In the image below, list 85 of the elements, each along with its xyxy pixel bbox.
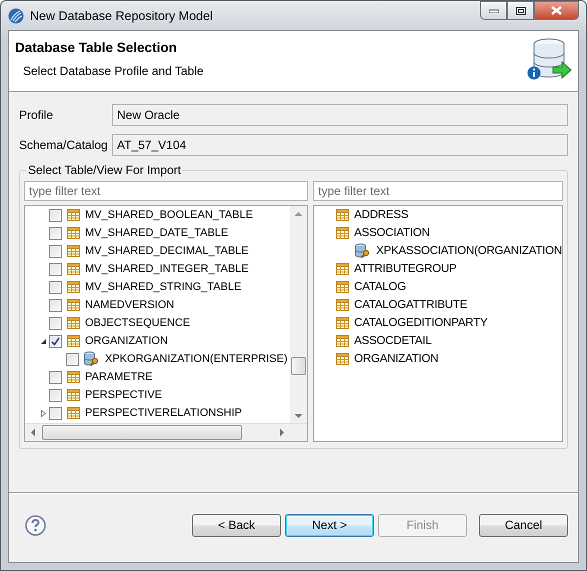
table-icon [67, 209, 80, 221]
checkbox[interactable] [49, 370, 62, 384]
tree-item-label[interactable]: PERSPECTIVE [85, 389, 162, 401]
minimize-icon [488, 8, 498, 12]
filter-field[interactable]: type filter text [313, 181, 563, 201]
horizontal-scrollbar[interactable] [25, 423, 308, 441]
scroll-up-icon[interactable] [294, 211, 304, 217]
table-icon [67, 335, 80, 347]
tree-item-label[interactable]: XPKASSOCIATION(ORGANIZATION [376, 245, 562, 257]
dialog-button[interactable]: < Back [192, 514, 281, 536]
checkbox[interactable] [49, 298, 62, 312]
checkbox[interactable] [49, 406, 62, 420]
readonly-field[interactable]: AT_57_V104 [112, 134, 568, 156]
tree-item-label[interactable]: ATTRIBUTEGROUP [354, 263, 457, 275]
app-icon [8, 8, 24, 24]
scroll-thumb[interactable] [42, 425, 242, 440]
scroll-right-icon[interactable] [279, 428, 286, 437]
window-title: New Database Repository Model [30, 8, 214, 22]
expand-icon[interactable] [40, 410, 46, 416]
tree-item-label[interactable]: ORGANIZATION [354, 353, 438, 365]
close-button[interactable] [534, 1, 579, 20]
checkbox[interactable] [66, 352, 79, 366]
table-icon [67, 371, 80, 383]
tree-item-label[interactable]: CATALOGATTRIBUTE [354, 299, 468, 311]
checkbox[interactable] [49, 244, 62, 258]
checkbox[interactable] [49, 280, 62, 294]
dialog-button[interactable]: Cancel [479, 514, 568, 536]
close-icon [551, 6, 562, 15]
help-icon[interactable] [25, 514, 46, 536]
table-icon [336, 299, 350, 311]
maximize-icon [516, 6, 526, 14]
tree-item-label[interactable]: ASSOCIATION [354, 227, 430, 239]
table-icon [336, 263, 350, 275]
field-label: Schema/Catalog [19, 138, 109, 152]
tree-item-label[interactable]: MV_SHARED_INTEGER_TABLE [85, 263, 249, 275]
page-subtitle: Select Database Profile and Table [23, 64, 204, 78]
page-title: Database Table Selection [15, 40, 177, 55]
collapse-icon[interactable] [40, 338, 46, 344]
table-icon [67, 299, 80, 311]
checkbox[interactable] [49, 262, 62, 276]
tree-item-label[interactable]: ADDRESS [354, 209, 408, 221]
maximize-button[interactable] [507, 1, 534, 20]
tree-item-label[interactable]: NAMEDVERSION [85, 299, 174, 311]
checkbox[interactable] [49, 208, 62, 222]
field-label: Profile [19, 108, 54, 122]
group-title: Select Table/View For Import [26, 163, 183, 177]
table-icon [336, 227, 350, 239]
minimize-button[interactable] [480, 1, 507, 20]
tree-item-label[interactable]: MV_SHARED_BOOLEAN_TABLE [85, 209, 253, 221]
scroll-down-icon[interactable] [294, 413, 304, 419]
table-icon [336, 209, 350, 221]
filter-field[interactable]: type filter text [24, 181, 308, 201]
tree-item-label[interactable]: MV_SHARED_DATE_TABLE [85, 227, 228, 239]
tree-item-label[interactable]: XPKORGANIZATION(ENTERPRISE) [105, 353, 288, 365]
table-icon [67, 227, 80, 239]
tree-item-label[interactable]: CATALOGEDITIONPARTY [354, 317, 488, 329]
tree-item-label[interactable]: PERSPECTIVERELATIONSHIP [85, 407, 242, 419]
dialog-button[interactable]: Next > [285, 514, 374, 536]
tree-item-label[interactable]: CATALOG [354, 281, 406, 293]
table-icon [336, 317, 350, 329]
tree-item-label[interactable]: MV_SHARED_STRING_TABLE [85, 281, 242, 293]
tree-item-label[interactable]: OBJECTSEQUENCE [85, 317, 190, 329]
scroll-thumb[interactable] [291, 357, 306, 375]
table-icon [67, 245, 80, 257]
table-icon [67, 317, 80, 329]
database-key-icon [84, 351, 100, 367]
tree-item-label[interactable]: ASSOCDETAIL [354, 335, 432, 347]
scroll-left-icon[interactable] [30, 428, 36, 437]
checkbox[interactable] [49, 226, 62, 240]
table-icon [67, 281, 80, 293]
checkbox[interactable] [49, 316, 62, 330]
table-icon [336, 281, 350, 293]
table-icon [336, 335, 350, 347]
checkbox[interactable] [49, 388, 62, 402]
tree-item-label[interactable]: ORGANIZATION [85, 335, 168, 347]
table-icon [336, 353, 350, 365]
tree-item-label[interactable]: PARAMETRE [85, 371, 153, 383]
table-icon [67, 407, 80, 419]
table-icon [67, 263, 80, 275]
vertical-scrollbar[interactable] [290, 206, 308, 424]
readonly-field[interactable]: New Oracle [112, 104, 568, 126]
checkbox[interactable] [49, 334, 62, 348]
tree-item-label[interactable]: MV_SHARED_DECIMAL_TABLE [85, 245, 249, 257]
table-icon [67, 389, 80, 401]
database-key-icon [355, 243, 372, 259]
